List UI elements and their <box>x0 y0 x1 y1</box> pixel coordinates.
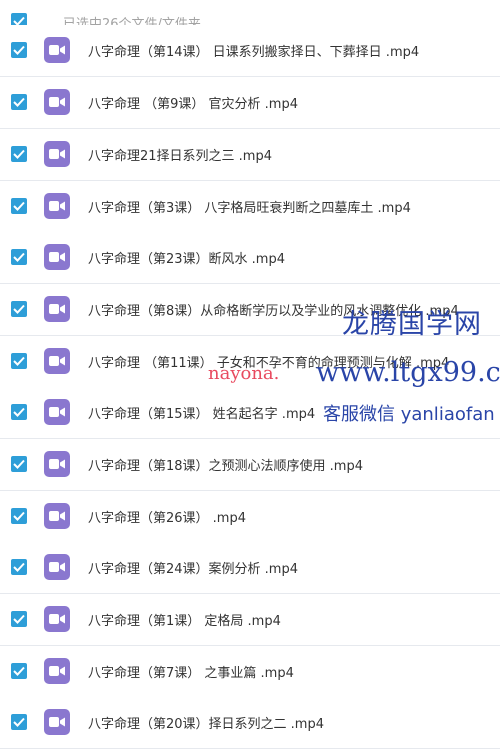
file-row[interactable]: 八字命理（第14课） 日课系列搬家择日、下葬择日 .mp4 <box>0 25 500 77</box>
watermark-contact: 客服微信 yanliaofan <box>323 404 495 425</box>
video-file-icon <box>44 244 70 270</box>
file-row[interactable]: 八字命理（第20课）择日系列之二 .mp4 <box>0 697 500 749</box>
file-checkbox[interactable] <box>11 146 27 162</box>
video-file-icon <box>44 554 70 580</box>
file-checkbox[interactable] <box>11 198 27 214</box>
file-name: 八字命理（第24课）案例分析 .mp4 <box>88 562 298 577</box>
video-camera-icon <box>49 97 65 107</box>
file-checkbox[interactable] <box>11 663 27 679</box>
checkmark-icon <box>13 252 25 262</box>
checkmark-icon <box>13 666 25 676</box>
video-camera-icon <box>49 717 65 727</box>
video-camera-icon <box>49 45 65 55</box>
file-name: 八字命理（第26课） .mp4 <box>88 511 246 526</box>
video-camera-icon <box>49 407 65 417</box>
video-camera-icon <box>49 149 65 159</box>
file-checkbox[interactable] <box>11 508 27 524</box>
file-checkbox[interactable] <box>11 94 27 110</box>
file-name: 八字命理 （第9课） 官灾分析 .mp4 <box>88 97 298 112</box>
file-name: 八字命理21择日系列之三 .mp4 <box>88 149 272 164</box>
file-name: 八字命理（第14课） 日课系列搬家择日、下葬择日 .mp4 <box>88 45 420 60</box>
file-row[interactable]: 八字命理（第7课） 之事业篇 .mp4 <box>0 646 500 698</box>
file-name: 八字命理（第23课）断风水 .mp4 <box>88 252 285 267</box>
video-camera-icon <box>49 459 65 469</box>
video-file-icon <box>44 37 70 63</box>
video-file-icon <box>44 89 70 115</box>
file-row[interactable]: 八字命理 （第9课） 官灾分析 .mp4 <box>0 77 500 129</box>
file-checkbox[interactable] <box>11 714 27 730</box>
file-name: 八字命理（第3课） 八字格局旺衰判断之四墓库土 .mp4 <box>88 201 411 216</box>
checkmark-icon <box>13 407 25 417</box>
video-camera-icon <box>49 562 65 572</box>
checkmark-icon <box>13 356 25 366</box>
video-camera-icon <box>49 614 65 624</box>
checkmark-icon <box>13 717 25 727</box>
video-camera-icon <box>49 356 65 366</box>
checkmark-icon <box>13 614 25 624</box>
video-file-icon <box>44 399 70 425</box>
video-camera-icon <box>49 201 65 211</box>
video-file-icon <box>44 141 70 167</box>
video-camera-icon <box>49 666 65 676</box>
checkmark-icon <box>13 201 25 211</box>
watermark-url-part1: nayona. <box>208 363 280 384</box>
video-file-icon <box>44 503 70 529</box>
video-file-icon <box>44 348 70 374</box>
file-name: 八字命理（第18课）之预测心法顺序使用 .mp4 <box>88 459 363 474</box>
file-checkbox[interactable] <box>11 611 27 627</box>
video-file-icon <box>44 709 70 735</box>
video-file-icon <box>44 451 70 477</box>
video-camera-icon <box>49 304 65 314</box>
watermark-site-name: 龙腾国学网 <box>342 309 482 340</box>
file-checkbox[interactable] <box>11 249 27 265</box>
checkmark-icon <box>13 562 25 572</box>
checkmark-icon <box>13 45 25 55</box>
file-name: 八字命理（第15课） 姓名起名字 .mp4 <box>88 407 316 422</box>
file-checkbox[interactable] <box>11 42 27 58</box>
file-checkbox[interactable] <box>11 559 27 575</box>
file-checkbox[interactable] <box>11 456 27 472</box>
checkmark-icon <box>13 511 25 521</box>
checkmark-icon <box>13 97 25 107</box>
file-checkbox[interactable] <box>11 301 27 317</box>
file-row[interactable]: 八字命理21择日系列之三 .mp4 <box>0 129 500 181</box>
video-camera-icon <box>49 252 65 262</box>
file-checkbox[interactable] <box>11 353 27 369</box>
file-row[interactable]: 八字命理（第3课） 八字格局旺衰判断之四墓库土 .mp4 <box>0 181 500 233</box>
video-file-icon <box>44 193 70 219</box>
file-checkbox[interactable] <box>11 404 27 420</box>
file-row[interactable]: 八字命理（第1课） 定格局 .mp4 <box>0 594 500 646</box>
video-file-icon <box>44 296 70 322</box>
checkmark-icon <box>13 149 25 159</box>
checkmark-icon <box>13 459 25 469</box>
file-row[interactable]: 八字命理（第24课）案例分析 .mp4 <box>0 542 500 594</box>
file-row[interactable]: 八字命理（第26课） .mp4 <box>0 491 500 543</box>
file-name: 八字命理（第7课） 之事业篇 .mp4 <box>88 666 294 681</box>
video-file-icon <box>44 658 70 684</box>
watermark-url-part2: www.ltgx99.co <box>316 357 500 388</box>
file-name: 八字命理（第1课） 定格局 .mp4 <box>88 614 281 629</box>
checkmark-icon <box>13 304 25 314</box>
video-file-icon <box>44 606 70 632</box>
file-row[interactable]: 八字命理（第23课）断风水 .mp4 <box>0 232 500 284</box>
video-camera-icon <box>49 511 65 521</box>
file-row[interactable]: 八字命理（第18课）之预测心法顺序使用 .mp4 <box>0 439 500 491</box>
file-name: 八字命理（第20课）择日系列之二 .mp4 <box>88 717 324 732</box>
